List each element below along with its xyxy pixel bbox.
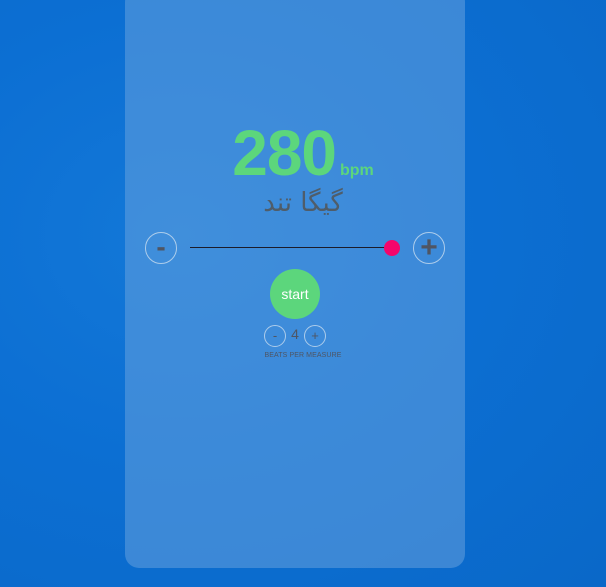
beats-value: 4: [291, 326, 299, 342]
start-button[interactable]: start: [270, 269, 320, 319]
tempo-slider-track[interactable]: [190, 247, 392, 248]
tempo-display: 280 bpm: [0, 116, 606, 190]
beats-decrease-button[interactable]: -: [264, 325, 286, 347]
tempo-marking: گیگا تند: [263, 188, 343, 218]
tempo-unit: bpm: [340, 162, 374, 179]
tempo-decrease-button[interactable]: -: [145, 232, 177, 264]
beats-increase-button[interactable]: +: [304, 325, 326, 347]
beats-per-measure-label: BEATS PER MEASURE: [264, 352, 342, 359]
tempo-increase-button[interactable]: +: [413, 232, 445, 264]
tempo-value: 280: [232, 117, 337, 189]
tempo-slider-thumb[interactable]: [384, 240, 400, 256]
